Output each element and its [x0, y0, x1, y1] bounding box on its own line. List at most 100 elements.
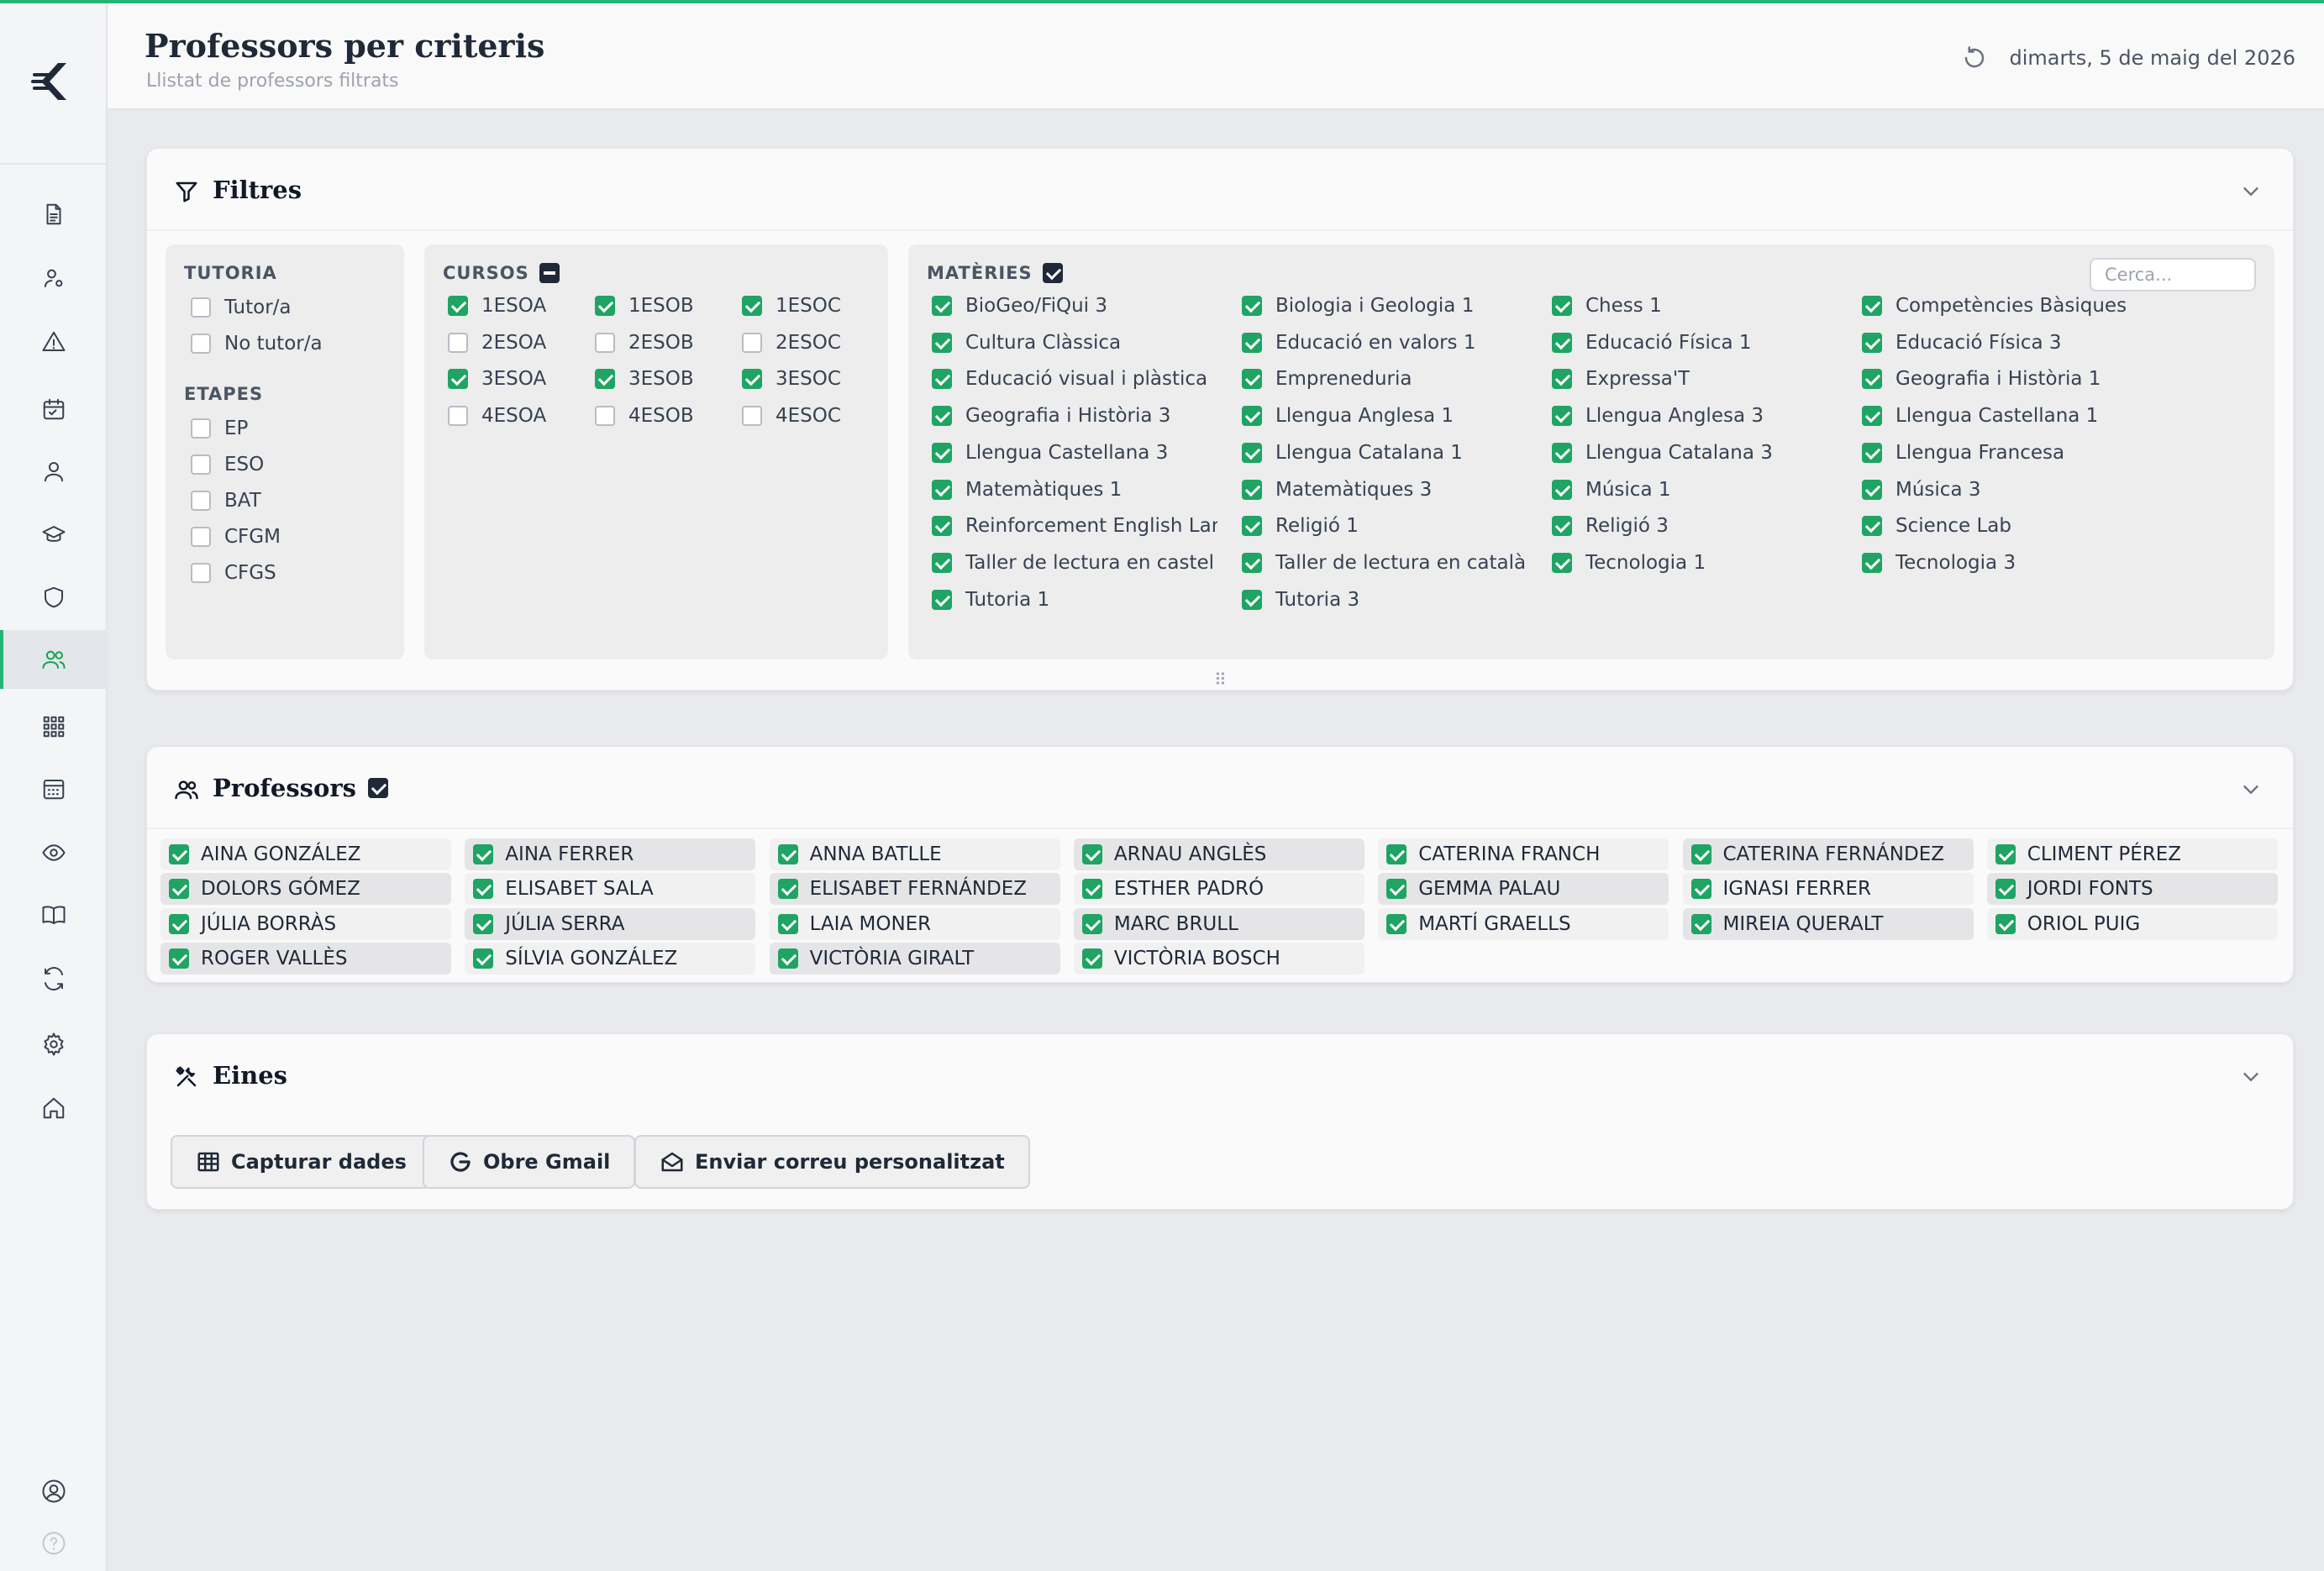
materia-option[interactable]: Empreneduria [1242, 368, 1412, 390]
materia-option-checkbox[interactable] [932, 406, 952, 427]
professor-item[interactable]: MARTÍ GRAELLS [1378, 907, 1669, 940]
materia-option-checkbox[interactable] [932, 296, 952, 316]
professor-item[interactable]: ORIOL PUIG [1986, 907, 2278, 940]
materia-option[interactable]: Cultura Clàssica [932, 332, 1121, 354]
professor-checkbox[interactable] [473, 913, 494, 934]
materia-option[interactable]: Geografia i Història 1 [1862, 368, 2101, 390]
curs-option[interactable]: 3ESOC [742, 368, 841, 390]
professor-item[interactable]: DOLORS GÓMEZ [160, 873, 451, 906]
nav-schedule[interactable] [0, 759, 108, 818]
nav-calendar-check[interactable] [0, 380, 108, 439]
curs-option-checkbox[interactable] [595, 296, 615, 316]
curs-option[interactable]: 3ESOB [595, 368, 694, 390]
materia-option[interactable]: Matemàtiques 1 [932, 479, 1122, 501]
etapa-option[interactable]: EP [191, 418, 248, 439]
materia-option-checkbox[interactable] [932, 589, 952, 610]
materia-option[interactable]: Llengua Catalana 1 [1242, 442, 1463, 464]
nav-settings[interactable] [0, 1015, 108, 1074]
materia-option-checkbox[interactable] [1862, 406, 1882, 427]
materia-option[interactable]: BioGeo/FiQui 3 [932, 295, 1107, 317]
curs-option-checkbox[interactable] [742, 332, 762, 353]
nav-view[interactable] [0, 823, 108, 882]
professor-item[interactable]: MIREIA QUERALT [1682, 907, 1974, 940]
materia-option-checkbox[interactable] [1552, 552, 1572, 573]
professor-checkbox[interactable] [169, 948, 189, 969]
materia-option-checkbox[interactable] [932, 479, 952, 500]
materia-option[interactable]: Tecnologia 1 [1552, 552, 1706, 574]
materia-option-checkbox[interactable] [1862, 369, 1882, 390]
professor-checkbox[interactable] [1081, 844, 1102, 864]
materies-search-input[interactable]: Cerca... [2090, 258, 2256, 292]
nav-professors[interactable] [0, 630, 108, 689]
send-custom-email-button[interactable]: Enviar correu personalitzat [634, 1135, 1030, 1189]
professor-checkbox[interactable] [1386, 844, 1407, 864]
professor-item[interactable]: CATERINA FRANCH [1378, 838, 1669, 870]
professor-checkbox[interactable] [1386, 913, 1407, 934]
materia-option-checkbox[interactable] [1242, 369, 1262, 390]
materia-option[interactable]: Reinforcement English Langu [932, 515, 1217, 537]
materia-option[interactable]: Educació en valors 1 [1242, 332, 1475, 354]
professor-checkbox[interactable] [169, 844, 189, 864]
materia-option[interactable]: Biologia i Geologia 1 [1242, 295, 1474, 317]
materia-option[interactable]: Llengua Anglesa 1 [1242, 405, 1454, 427]
curs-option[interactable]: 4ESOA [448, 405, 546, 427]
professor-checkbox[interactable] [1690, 879, 1711, 900]
professor-item[interactable]: ELISABET FERNÁNDEZ [769, 873, 1060, 906]
etapa-option[interactable]: BAT [191, 490, 261, 512]
professor-checkbox[interactable] [473, 948, 494, 969]
tools-card-header[interactable]: Eines [147, 1034, 2293, 1117]
professor-checkbox[interactable] [473, 844, 494, 864]
materia-option[interactable]: Educació Física 3 [1862, 332, 2062, 354]
professor-item[interactable]: ANNA BATLLE [769, 838, 1060, 870]
materia-option[interactable]: Música 1 [1552, 479, 1670, 501]
professor-item[interactable]: JÚLIA SERRA [465, 907, 756, 940]
professor-item[interactable]: JORDI FONTS [1986, 873, 2278, 906]
materia-option-checkbox[interactable] [932, 442, 952, 463]
professor-item[interactable]: VICTÒRIA GIRALT [769, 942, 1060, 975]
materia-option-checkbox[interactable] [1552, 406, 1572, 427]
professor-checkbox[interactable] [1995, 913, 2016, 934]
materia-option-checkbox[interactable] [1242, 552, 1262, 573]
refresh-icon[interactable] [1962, 45, 1987, 71]
curs-option[interactable]: 2ESOA [448, 332, 546, 354]
etapa-option-checkbox[interactable] [191, 491, 211, 511]
materia-option-checkbox[interactable] [932, 516, 952, 537]
curs-option[interactable]: 4ESOB [595, 405, 694, 427]
materia-option-checkbox[interactable] [1552, 516, 1572, 537]
materia-option[interactable]: Tutoria 3 [1242, 589, 1359, 611]
professor-item[interactable]: LAIA MONER [769, 907, 1060, 940]
materia-option[interactable]: Música 3 [1862, 479, 1980, 501]
materia-option-checkbox[interactable] [1862, 516, 1882, 537]
nav-user-settings[interactable] [0, 249, 108, 307]
professor-checkbox[interactable] [1081, 879, 1102, 900]
nav-grid[interactable] [0, 697, 108, 756]
materia-option[interactable]: Tutoria 1 [932, 589, 1049, 611]
materia-option-checkbox[interactable] [1242, 406, 1262, 427]
professor-item[interactable]: VICTÒRIA BOSCH [1073, 942, 1364, 975]
materia-option-checkbox[interactable] [1552, 296, 1572, 316]
materia-option-checkbox[interactable] [1862, 442, 1882, 463]
professors-card-header[interactable]: Professors [147, 747, 2293, 829]
materia-option[interactable]: Educació Física 1 [1552, 332, 1752, 354]
materia-option-checkbox[interactable] [932, 369, 952, 390]
professor-checkbox[interactable] [169, 913, 189, 934]
professor-checkbox[interactable] [1081, 913, 1102, 934]
professor-item[interactable]: GEMMA PALAU [1378, 873, 1669, 906]
materia-option[interactable]: Llengua Castellana 3 [932, 442, 1168, 464]
nav-book[interactable] [0, 885, 108, 944]
professor-checkbox[interactable] [777, 879, 798, 900]
curs-option-checkbox[interactable] [595, 405, 615, 426]
curs-option[interactable]: 4ESOC [742, 405, 841, 427]
materia-option-checkbox[interactable] [1862, 296, 1882, 316]
professor-checkbox[interactable] [1995, 844, 2016, 864]
curs-option[interactable]: 1ESOB [595, 295, 694, 317]
curs-option-checkbox[interactable] [448, 332, 468, 353]
curs-option-checkbox[interactable] [448, 369, 468, 389]
materia-option-checkbox[interactable] [1552, 369, 1572, 390]
materia-option[interactable]: Matemàtiques 3 [1242, 479, 1432, 501]
materia-option[interactable]: Geografia i Història 3 [932, 405, 1170, 427]
professor-checkbox[interactable] [473, 879, 494, 900]
materia-option[interactable]: Religió 3 [1552, 515, 1669, 537]
materia-option-checkbox[interactable] [1242, 332, 1262, 353]
materia-option[interactable]: Llengua Anglesa 3 [1552, 405, 1764, 427]
